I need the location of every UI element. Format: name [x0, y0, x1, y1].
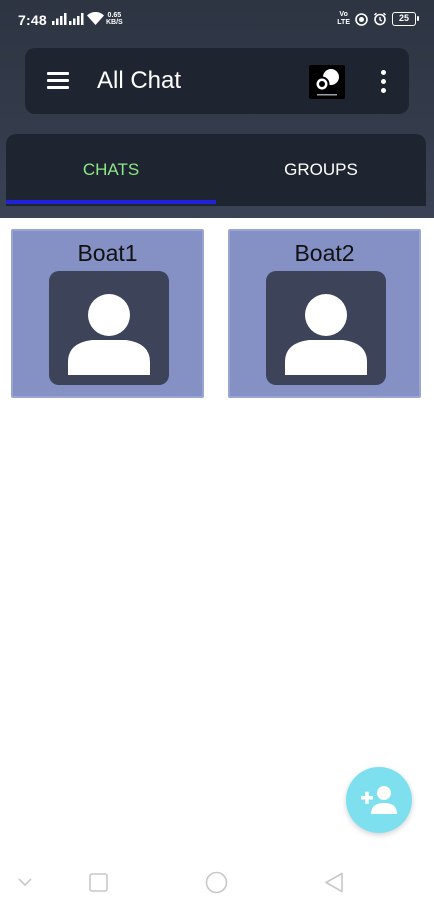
tab-chats[interactable]: CHATS: [6, 134, 216, 206]
add-contact-button[interactable]: [346, 767, 412, 833]
status-time: 7:48: [18, 12, 47, 28]
hamburger-menu-icon[interactable]: [45, 68, 71, 94]
active-tab-indicator: [6, 200, 216, 204]
location-icon: [355, 12, 368, 26]
default-person-icon: [266, 271, 386, 385]
chat-card-boat2[interactable]: Boat2: [228, 229, 421, 398]
chat-card-boat1[interactable]: Boat1: [11, 229, 204, 398]
battery-indicator: 25: [392, 12, 419, 26]
volte-indicator: Vo LTE: [337, 11, 350, 26]
app-bar: All Chat: [25, 48, 409, 114]
network-speed: 0.65 KB/S: [106, 12, 123, 26]
page-title: All Chat: [97, 67, 182, 94]
system-navigation-bar: [0, 860, 434, 907]
wifi-icon: [87, 12, 104, 25]
chevron-down-icon[interactable]: [18, 878, 32, 887]
status-icons-right: Vo LTE 25: [337, 10, 419, 28]
signal-icon: [69, 13, 84, 25]
tab-groups[interactable]: GROUPS: [216, 134, 426, 206]
chat-name: Boat2: [294, 240, 355, 266]
chat-bubbles-logo-icon: [314, 69, 339, 96]
status-bar: 7:48 0.65 KB/S Vo LTE 25: [0, 0, 434, 38]
recents-square-icon[interactable]: [89, 873, 108, 892]
default-person-icon: [49, 271, 169, 385]
tab-bar: CHATS GROUPS: [6, 134, 426, 206]
more-options-icon[interactable]: [379, 70, 387, 94]
app-logo-icon[interactable]: [309, 65, 345, 99]
alarm-icon: [374, 12, 386, 26]
chat-name: Boat1: [77, 240, 138, 266]
signal-icon: [52, 13, 67, 25]
home-circle-icon[interactable]: [205, 871, 228, 894]
add-person-icon: [361, 786, 397, 814]
back-triangle-icon[interactable]: [324, 872, 344, 893]
